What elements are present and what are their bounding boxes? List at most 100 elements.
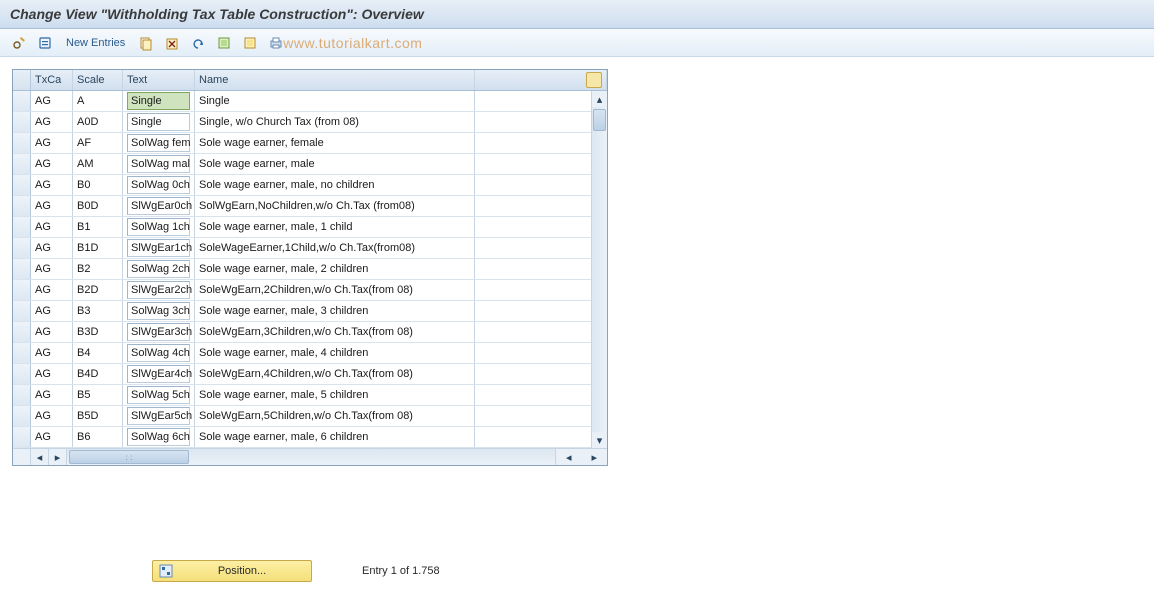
cell-txca[interactable]: AG [31,343,73,363]
row-selector[interactable] [13,364,31,384]
cell-text-input[interactable]: SlWgEar5ch [127,407,190,425]
cell-text[interactable]: SlWgEar0ch [123,196,195,216]
cell-scale[interactable]: AF [73,133,123,153]
cell-text-input[interactable]: SolWag mal [127,155,190,173]
cell-text-input[interactable]: SolWag 5ch [127,386,190,404]
cell-text[interactable]: SlWgEar5ch [123,406,195,426]
hscroll-track[interactable]: : : [67,449,555,465]
row-selector[interactable] [13,196,31,216]
cell-text[interactable]: SolWag mal [123,154,195,174]
cell-name[interactable]: SoleWgEarn,3Children,w/o Ch.Tax(from 08) [195,322,475,342]
cell-text-input[interactable]: Single [127,113,190,131]
cell-text[interactable]: Single [123,91,195,111]
cell-name[interactable]: Sole wage earner, male, 2 children [195,259,475,279]
col-header-name[interactable]: Name [195,70,475,90]
cell-scale[interactable]: A0D [73,112,123,132]
cell-text[interactable]: SolWag 2ch [123,259,195,279]
cell-name[interactable]: Single [195,91,475,111]
cell-scale[interactable]: A [73,91,123,111]
cell-text-input[interactable]: SolWag 1ch [127,218,190,236]
cell-scale[interactable]: B3 [73,301,123,321]
table-row[interactable]: AGAFSolWag fem Sole wage earner, female [13,133,607,154]
cell-text[interactable]: SolWag fem [123,133,195,153]
col-header-txca[interactable]: TxCa [31,70,73,90]
cell-name[interactable]: Sole wage earner, male, 4 children [195,343,475,363]
row-selector[interactable] [13,175,31,195]
cell-name[interactable]: Sole wage earner, male, 3 children [195,301,475,321]
hscroll-left-icon[interactable]: ◂ [31,449,49,465]
table-row[interactable]: AGAMSolWag mal Sole wage earner, male [13,154,607,175]
cell-txca[interactable]: AG [31,133,73,153]
cell-name[interactable]: Sole wage earner, female [195,133,475,153]
cell-text[interactable]: SolWag 5ch [123,385,195,405]
row-selector[interactable] [13,301,31,321]
cell-text[interactable]: SlWgEar3ch [123,322,195,342]
cell-txca[interactable]: AG [31,364,73,384]
cell-txca[interactable]: AG [31,154,73,174]
row-selector[interactable] [13,322,31,342]
cell-name[interactable]: SoleWageEarner,1Child,w/o Ch.Tax(from08) [195,238,475,258]
cell-name[interactable]: SolWgEarn,NoChildren,w/o Ch.Tax (from08) [195,196,475,216]
hscroll-first-icon[interactable] [13,449,31,465]
scroll-up-icon[interactable]: ▴ [592,91,607,107]
row-selector[interactable] [13,91,31,111]
cell-txca[interactable]: AG [31,91,73,111]
vscroll-track[interactable] [592,107,607,432]
row-selector[interactable] [13,280,31,300]
cell-txca[interactable]: AG [31,196,73,216]
cell-scale[interactable]: B1 [73,217,123,237]
cell-name[interactable]: Sole wage earner, male, 6 children [195,427,475,447]
cell-txca[interactable]: AG [31,112,73,132]
row-selector[interactable] [13,406,31,426]
table-row[interactable]: AGB0DSlWgEar0ch SolWgEarn,NoChildren,w/o … [13,196,607,217]
cell-text-input[interactable]: SlWgEar0ch [127,197,190,215]
horizontal-scrollbar[interactable]: ◂ ▸ : : ◂ ▸ [13,448,607,465]
cell-name[interactable]: SoleWgEarn,5Children,w/o Ch.Tax(from 08) [195,406,475,426]
hscroll-nav-right-icon[interactable]: ▸ [582,449,608,465]
cell-scale[interactable]: B1D [73,238,123,258]
col-header-scale[interactable]: Scale [73,70,123,90]
cell-scale[interactable]: B2 [73,259,123,279]
cell-scale[interactable]: AM [73,154,123,174]
cell-scale[interactable]: B2D [73,280,123,300]
cell-text[interactable]: SolWag 1ch [123,217,195,237]
table-row[interactable]: AGB2DSlWgEar2chSoleWgEarn,2Children,w/o … [13,280,607,301]
position-button[interactable]: Position... [152,560,312,582]
table-row[interactable]: AGA0DSingle Single, w/o Church Tax (from … [13,112,607,133]
scroll-down-icon[interactable]: ▾ [592,432,607,448]
cell-text[interactable]: SlWgEar2ch [123,280,195,300]
cell-txca[interactable]: AG [31,301,73,321]
cell-txca[interactable]: AG [31,427,73,447]
cell-text[interactable]: SolWag 4ch [123,343,195,363]
select-all-icon[interactable] [213,33,235,53]
cell-txca[interactable]: AG [31,385,73,405]
cell-text[interactable]: SlWgEar4ch [123,364,195,384]
cell-scale[interactable]: B0D [73,196,123,216]
delete-icon[interactable] [161,33,183,53]
hscroll-right-icon[interactable]: ▸ [49,449,67,465]
deselect-all-icon[interactable] [239,33,261,53]
cell-text[interactable]: SlWgEar1ch [123,238,195,258]
table-row[interactable]: AGB0SolWag 0chSole wage earner, male, no… [13,175,607,196]
row-selector[interactable] [13,343,31,363]
table-row[interactable]: AGB4SolWag 4chSole wage earner, male, 4 … [13,343,607,364]
row-selector[interactable] [13,133,31,153]
cell-name[interactable]: Sole wage earner, male, 1 child [195,217,475,237]
cell-text-input[interactable]: SolWag fem [127,134,190,152]
cell-scale[interactable]: B0 [73,175,123,195]
cell-scale[interactable]: B5D [73,406,123,426]
copy-as-icon[interactable] [135,33,157,53]
cell-txca[interactable]: AG [31,280,73,300]
cell-name[interactable]: Sole wage earner, male [195,154,475,174]
undo-icon[interactable] [187,33,209,53]
row-selector[interactable] [13,238,31,258]
cell-txca[interactable]: AG [31,322,73,342]
table-config-button[interactable] [475,70,607,90]
table-row[interactable]: AGB5DSlWgEar5chSoleWgEarn,5Children,w/o … [13,406,607,427]
hscroll-nav-left-icon[interactable]: ◂ [556,449,582,465]
cell-name[interactable]: Single, w/o Church Tax (from 08) [195,112,475,132]
table-row[interactable]: AGB3SolWag 3chSole wage earner, male, 3 … [13,301,607,322]
row-selector[interactable] [13,112,31,132]
table-row[interactable]: AGASingleSingle [13,91,607,112]
new-entries-button[interactable]: New Entries [60,37,131,49]
